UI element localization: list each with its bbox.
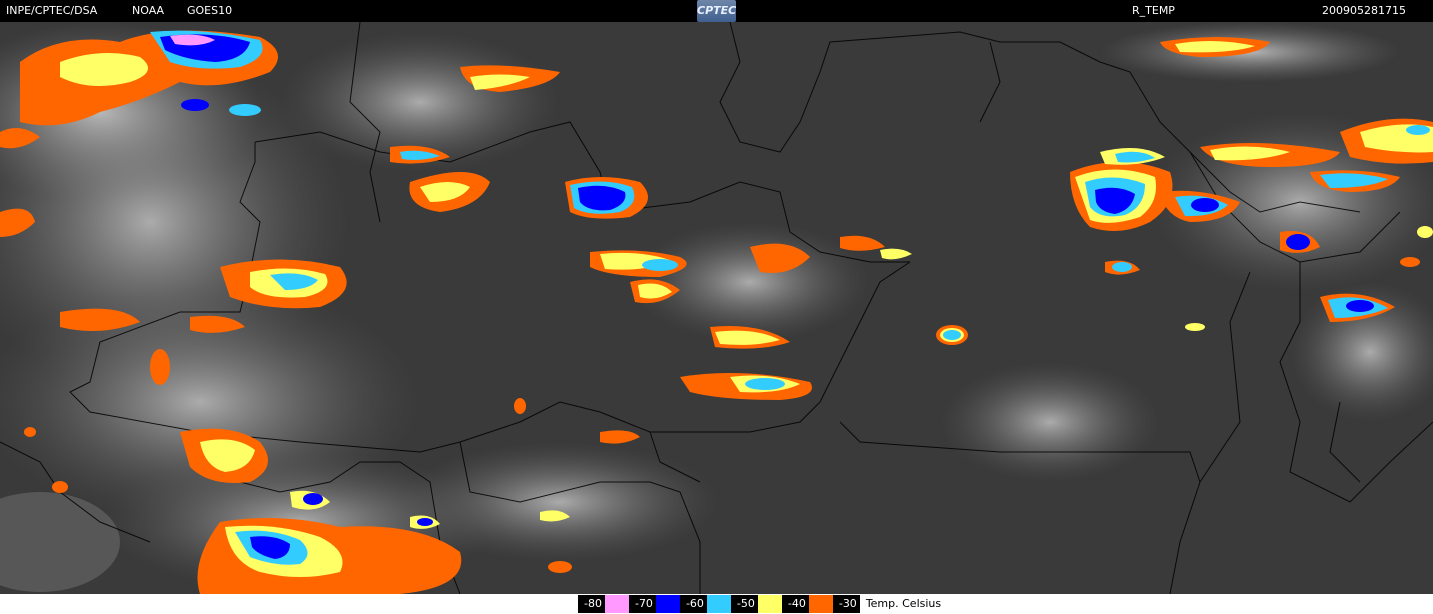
legend-title: Temp. Celsius: [865, 597, 942, 610]
legend-label: -80: [578, 595, 605, 613]
legend-item-minus70: -70: [628, 595, 680, 613]
legend-label: -50: [730, 595, 758, 613]
legend-label: -30: [832, 595, 860, 613]
legend-item-minus80: -80: [578, 595, 629, 613]
legend-label: -70: [628, 595, 656, 613]
legend-item-minus60: -60: [679, 595, 731, 613]
legend-label: -60: [679, 595, 707, 613]
satellite-label: GOES10: [187, 4, 233, 17]
cptec-logo: CPTEC: [697, 0, 736, 22]
legend-item-minus50: -50: [730, 595, 782, 613]
legend-swatch: [604, 595, 629, 613]
product-label: R_TEMP: [1132, 4, 1175, 17]
legend-swatch: [808, 595, 833, 613]
legend-swatch: [757, 595, 782, 613]
timestamp-label: 200905281715: [1322, 4, 1406, 17]
temperature-legend: -80 -70 -60 -50 -40 -30 Temp. Celsius: [0, 594, 1433, 614]
source-label: INPE/CPTEC/DSA: [6, 4, 98, 17]
legend-swatch: [706, 595, 731, 613]
legend-label: -40: [781, 595, 809, 613]
legend-item-minus30: -30: [832, 595, 860, 613]
legend-item-minus40: -40: [781, 595, 833, 613]
legend-swatch: [655, 595, 680, 613]
agency-label: NOAA: [132, 4, 165, 17]
satellite-map: [0, 22, 1433, 594]
